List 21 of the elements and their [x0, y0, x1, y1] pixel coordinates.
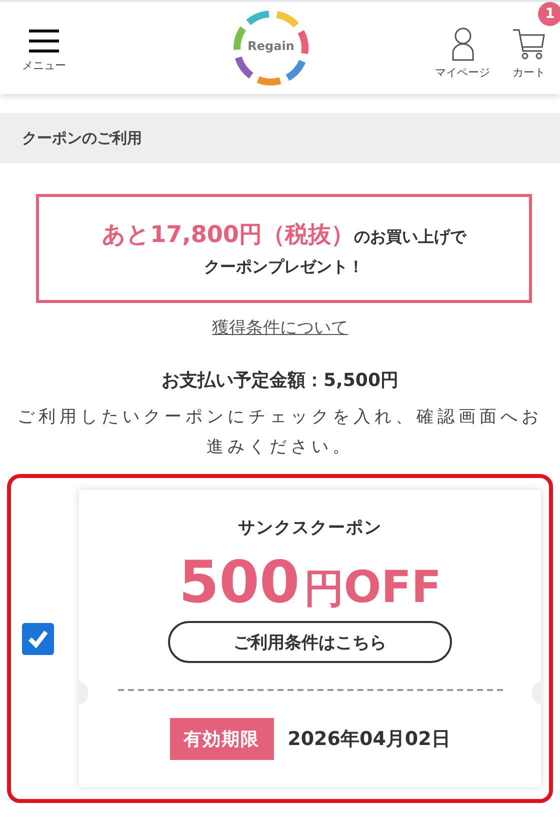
- logo-icon: [231, 8, 311, 88]
- coupon-amount: 500 円OFF: [178, 553, 442, 611]
- conditions-link[interactable]: 獲得条件について: [212, 316, 348, 339]
- menu-icon: [28, 28, 60, 54]
- coupon-checkbox[interactable]: [22, 622, 54, 654]
- person-icon: [450, 26, 474, 60]
- promo-message: あと17,800円（税抜）のお買い上げで クーポンプレゼント！: [36, 194, 532, 303]
- logo-text: Regain: [246, 39, 296, 53]
- cart-count-badge: 1: [538, 2, 560, 26]
- terms-button[interactable]: ご利用条件はこちら: [168, 621, 452, 663]
- cart-button[interactable]: カート: [512, 26, 546, 80]
- expiry-date: 2026年04月02日: [288, 727, 450, 752]
- menu-button[interactable]: メニュー: [22, 28, 66, 72]
- cart-icon: [512, 26, 546, 60]
- check-icon: [27, 628, 49, 648]
- section-header: クーポンのご利用: [0, 113, 560, 163]
- expiry-label: 有効期限: [170, 718, 274, 760]
- mypage-button[interactable]: マイページ: [435, 26, 490, 80]
- instruction-text: ご利用したいクーポンにチェックを入れ、確認画面へお進みください。: [16, 406, 544, 459]
- coupon-name: サンクスクーポン: [238, 517, 382, 539]
- payment-total: お支払い予定金額：5,500円: [160, 369, 400, 392]
